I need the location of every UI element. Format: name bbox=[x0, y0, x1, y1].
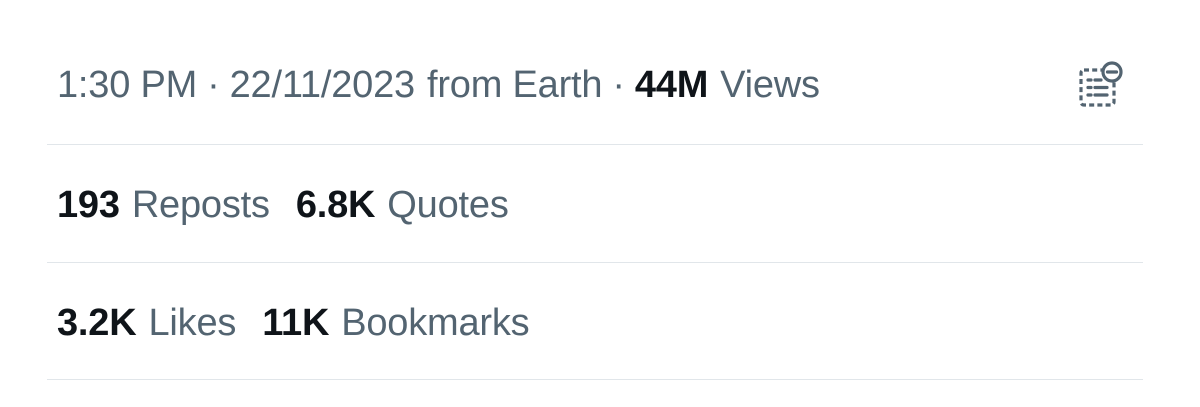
bookmarks-label: Bookmarks bbox=[341, 301, 530, 344]
bookmarks-link[interactable]: 11K Bookmarks bbox=[262, 302, 529, 345]
post-date[interactable]: 22/11/2023 bbox=[230, 64, 416, 107]
analytics-remove-icon bbox=[1079, 61, 1123, 107]
reposts-quotes-row: 193 Reposts 6.8K Quotes bbox=[57, 178, 1143, 232]
likes-count: 3.2K bbox=[57, 301, 137, 344]
views-label: Views bbox=[720, 63, 820, 106]
post-meta-row: 1:30 PM · 22/11/2023 from Earth · 44M Vi… bbox=[57, 58, 1143, 112]
likes-label: Likes bbox=[148, 301, 237, 344]
quotes-link[interactable]: 6.8K Quotes bbox=[296, 184, 509, 227]
post-location: from Earth bbox=[426, 63, 603, 106]
post-time[interactable]: 1:30 PM bbox=[57, 64, 197, 107]
likes-link[interactable]: 3.2K Likes bbox=[57, 302, 236, 345]
divider bbox=[47, 379, 1143, 380]
bookmarks-count: 11K bbox=[262, 301, 330, 344]
analytics-button[interactable] bbox=[1070, 56, 1130, 116]
reposts-count: 193 bbox=[57, 183, 120, 226]
meta-separator: · bbox=[612, 63, 625, 106]
meta-separator: · bbox=[207, 63, 220, 106]
reposts-label: Reposts bbox=[131, 183, 270, 226]
quotes-count: 6.8K bbox=[295, 183, 376, 226]
views-count: 44M bbox=[634, 63, 709, 106]
reposts-link[interactable]: 193 Reposts bbox=[57, 184, 270, 227]
quotes-label: Quotes bbox=[387, 183, 509, 226]
divider bbox=[47, 144, 1143, 145]
likes-bookmarks-row: 3.2K Likes 11K Bookmarks bbox=[57, 296, 1143, 350]
divider bbox=[47, 262, 1143, 263]
